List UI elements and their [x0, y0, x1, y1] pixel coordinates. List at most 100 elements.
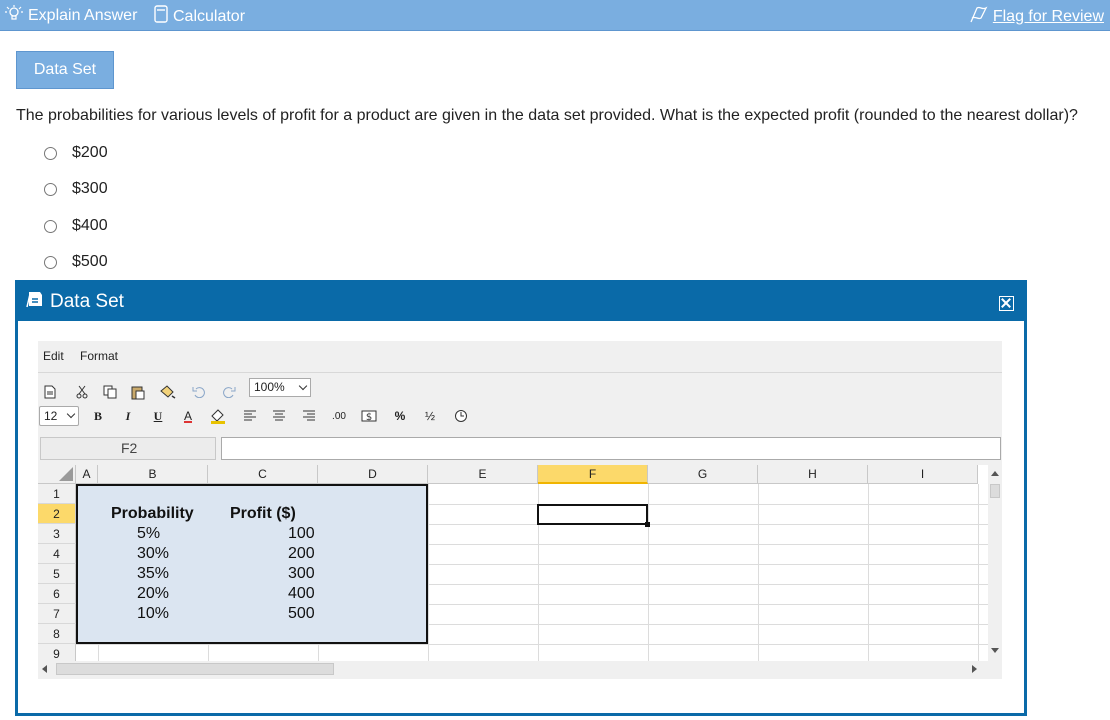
redo-icon[interactable]: [220, 383, 238, 401]
probability-cell: 35%: [137, 565, 170, 582]
scroll-thumb[interactable]: [56, 663, 334, 675]
chevron-down-icon: [66, 409, 76, 419]
row-header-9[interactable]: 9: [38, 644, 76, 661]
column-header-i[interactable]: I: [868, 465, 978, 484]
spreadsheet-menubar: Edit Format: [38, 341, 1002, 373]
radio-button[interactable]: [44, 219, 57, 233]
flag-icon: [969, 5, 993, 28]
scroll-down-icon[interactable]: [991, 648, 999, 653]
data-set-dialog: Data Set Edit Format 100% 12 B I U A .00…: [15, 280, 1027, 716]
answer-option-2[interactable]: $300: [44, 180, 108, 198]
row-header-1[interactable]: 1: [38, 484, 76, 504]
grid-line: [978, 484, 979, 661]
explain-answer-label: Explain Answer: [28, 6, 138, 24]
row-header-8[interactable]: 8: [38, 624, 76, 644]
font-size-select[interactable]: 12: [39, 406, 79, 426]
option-label: $500: [72, 253, 108, 270]
font-color-button[interactable]: A: [179, 407, 197, 425]
radio-button[interactable]: [44, 182, 57, 196]
fill-color-icon[interactable]: [209, 407, 227, 425]
menu-edit[interactable]: Edit: [43, 349, 64, 363]
vertical-scrollbar[interactable]: [988, 465, 1002, 661]
probability-cell: 10%: [137, 605, 170, 622]
align-left-icon[interactable]: [241, 407, 259, 425]
radio-button[interactable]: [44, 146, 57, 160]
decimal-button[interactable]: .00: [330, 407, 348, 425]
column-header-b[interactable]: B: [98, 465, 208, 484]
flag-for-review-button[interactable]: Flag for Review: [969, 5, 1104, 28]
horizontal-scrollbar[interactable]: [38, 661, 988, 677]
scroll-right-icon[interactable]: [972, 665, 977, 673]
dialog-header[interactable]: Data Set: [18, 283, 1024, 321]
column-header-d[interactable]: D: [318, 465, 428, 484]
underline-button[interactable]: U: [149, 407, 167, 425]
undo-icon[interactable]: [190, 383, 208, 401]
row-header-6[interactable]: 6: [38, 584, 76, 604]
copy-icon[interactable]: [101, 383, 119, 401]
font-size-value: 12: [44, 409, 58, 423]
data-set-button[interactable]: Data Set: [16, 51, 114, 89]
calculator-label: Calculator: [173, 7, 246, 25]
answer-option-4[interactable]: $500: [44, 253, 108, 271]
grid-line: [428, 484, 429, 661]
column-header-h[interactable]: H: [758, 465, 868, 484]
grid-line: [758, 484, 759, 661]
lightbulb-icon: [4, 5, 28, 26]
column-header-c[interactable]: C: [208, 465, 318, 484]
explain-answer-button[interactable]: Explain Answer: [4, 5, 137, 26]
fraction-button[interactable]: ½: [421, 407, 439, 425]
new-document-icon[interactable]: [41, 383, 59, 401]
paste-icon[interactable]: [129, 383, 147, 401]
row-header-7[interactable]: 7: [38, 604, 76, 624]
zoom-value: 100%: [254, 380, 285, 394]
align-right-icon[interactable]: [300, 407, 318, 425]
bold-button[interactable]: B: [89, 407, 107, 425]
answer-option-1[interactable]: $200: [44, 144, 108, 162]
currency-icon[interactable]: $: [360, 407, 378, 425]
top-toolbar: Explain Answer Calculator Flag for Revie…: [0, 0, 1110, 31]
column-header-g[interactable]: G: [648, 465, 758, 484]
profit-cell: 100: [288, 525, 315, 542]
dataset-icon: [26, 290, 50, 314]
format-painter-icon[interactable]: [159, 383, 177, 401]
row-header-4[interactable]: 4: [38, 544, 76, 564]
profit-cell: 300: [288, 565, 315, 582]
scroll-thumb[interactable]: [990, 484, 1000, 498]
profit-cell: 200: [288, 545, 315, 562]
flag-for-review-label: Flag for Review: [992, 7, 1104, 25]
question-text: The probabilities for various levels of …: [16, 107, 1078, 124]
row-header-2[interactable]: 2: [38, 504, 76, 524]
menu-format[interactable]: Format: [80, 349, 118, 363]
probability-cell: 30%: [137, 545, 170, 562]
percent-button[interactable]: %: [391, 407, 409, 425]
close-icon[interactable]: [999, 296, 1014, 311]
profit-header: Profit ($): [230, 505, 296, 522]
scroll-up-icon[interactable]: [991, 471, 999, 476]
grid-line: [868, 484, 869, 661]
formula-bar[interactable]: [221, 437, 1001, 460]
answer-option-3[interactable]: $400: [44, 217, 108, 235]
row-header-3[interactable]: 3: [38, 524, 76, 544]
clock-icon[interactable]: [452, 407, 470, 425]
align-center-icon[interactable]: [270, 407, 288, 425]
grid-line: [76, 644, 988, 645]
chevron-down-icon: [298, 381, 308, 391]
calculator-button[interactable]: Calculator: [153, 5, 245, 28]
row-header-5[interactable]: 5: [38, 564, 76, 584]
column-header-e[interactable]: E: [428, 465, 538, 484]
probability-cell: 5%: [137, 525, 161, 542]
scroll-left-icon[interactable]: [42, 665, 47, 673]
radio-button[interactable]: [44, 255, 57, 269]
italic-button[interactable]: I: [119, 407, 137, 425]
column-header-a[interactable]: A: [76, 465, 98, 484]
cut-icon[interactable]: [73, 383, 91, 401]
select-all-corner[interactable]: [38, 465, 76, 484]
selected-cell[interactable]: [537, 504, 650, 527]
zoom-select[interactable]: 100%: [249, 378, 311, 397]
column-header-f[interactable]: F: [538, 465, 648, 484]
dialog-title: Data Set: [50, 291, 124, 312]
grid-line: [648, 484, 649, 661]
cell-grid[interactable]: A B C D E F G H I 1 2 3 4 5 6 7 8 9 Prob…: [38, 465, 988, 661]
name-box[interactable]: F2: [40, 437, 216, 460]
calculator-icon: [153, 5, 173, 28]
